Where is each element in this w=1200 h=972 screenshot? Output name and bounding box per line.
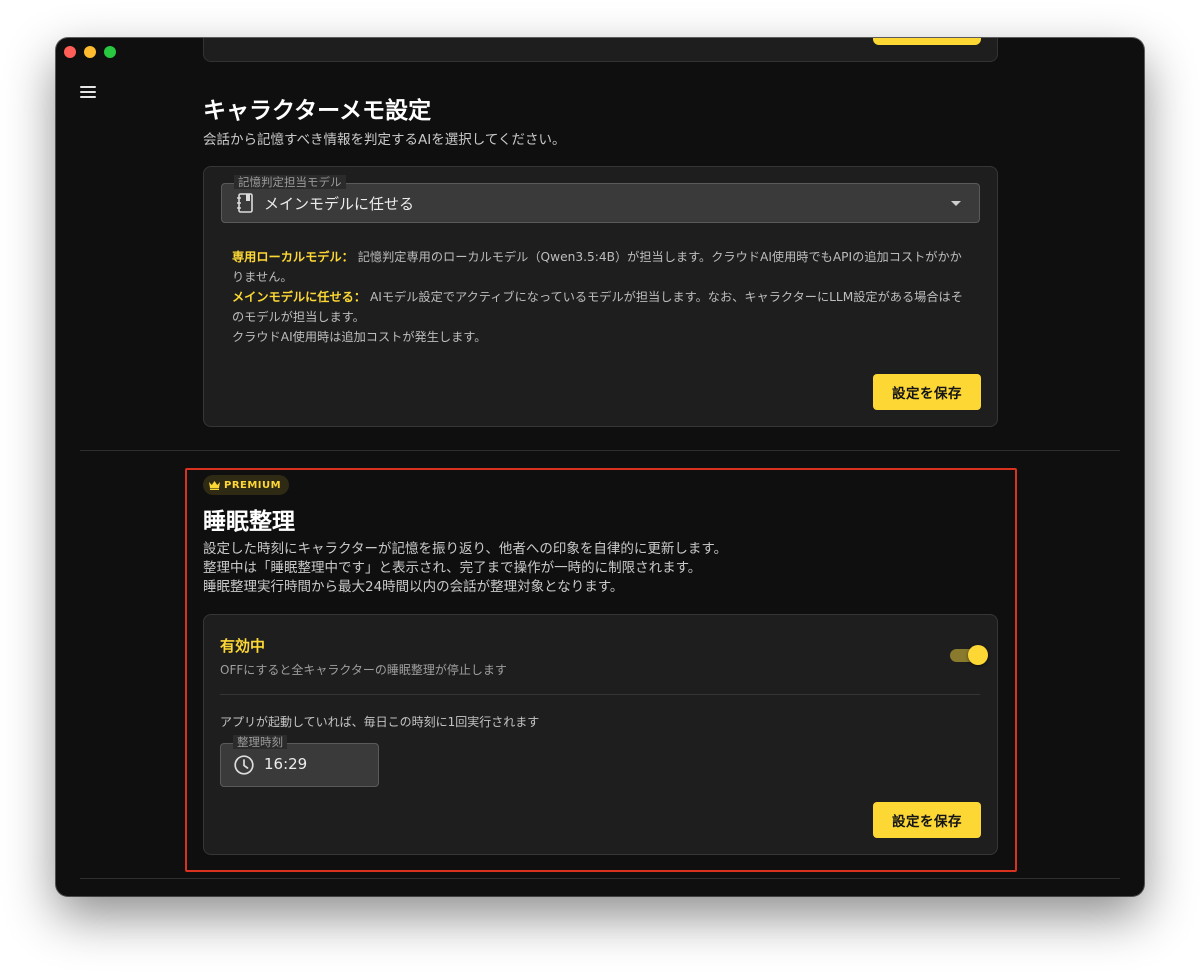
- sleep-description-line: 睡眠整理実行時間から最大24時間以内の会話が整理対象となります。: [203, 579, 624, 595]
- memory-model-select-value: メインモデルに任せる: [264, 195, 415, 213]
- maximize-window-button[interactable]: [104, 46, 116, 58]
- sleep-time-label: 整理時刻: [233, 735, 287, 749]
- window-controls: [64, 46, 116, 58]
- sleep-status-subtitle: OFFにすると全キャラクターの睡眠整理が停止します: [220, 663, 507, 677]
- section-divider: [80, 878, 1120, 879]
- sleep-save-button[interactable]: 設定を保存: [873, 802, 981, 838]
- hamburger-menu-icon[interactable]: [80, 86, 96, 100]
- close-window-button[interactable]: [64, 46, 76, 58]
- premium-badge: PREMIUM: [203, 475, 290, 495]
- chevron-down-icon: [951, 201, 961, 206]
- section-divider: [80, 450, 1120, 451]
- memory-model-select[interactable]: 記憶判定担当モデル メインモデルに任せる: [221, 175, 980, 223]
- notebook-icon: [237, 193, 253, 213]
- app-window: キャラクターメモ設定 会話から記憶すべき情報を判定するAIを選択してください。 …: [56, 38, 1144, 896]
- sleep-section-description: 設定した時刻にキャラクターが記憶を振り返り、他者への印象を自律的に更新します。 …: [203, 540, 727, 597]
- sleep-enable-toggle[interactable]: [948, 643, 988, 667]
- sleep-settings-card: 有効中 OFFにすると全キャラクターの睡眠整理が停止します アプリが起動していれ…: [203, 614, 998, 855]
- crown-icon: [209, 480, 220, 490]
- sleep-time-value: 16:29: [264, 755, 308, 773]
- cloud-cost-note: クラウドAI使用時は追加コストが発生します。: [232, 330, 487, 344]
- model-info-text: 専用ローカルモデル： 記憶判定専用のローカルモデル（Qwen3.5:4B）が担当…: [232, 247, 972, 347]
- previous-settings-card: [203, 38, 998, 62]
- previous-save-button[interactable]: [873, 38, 981, 45]
- main-model-label: メインモデルに任せる：: [232, 290, 367, 304]
- sleep-status-title: 有効中: [220, 637, 266, 655]
- local-model-label: 専用ローカルモデル：: [232, 250, 354, 264]
- memo-settings-card: 記憶判定担当モデル メインモデルに任せる 専用ローカルモデル： 記憶判定専用のロ…: [203, 166, 998, 427]
- memo-section-description: 会話から記憶すべき情報を判定するAIを選択してください。: [203, 132, 566, 148]
- memo-section-title: キャラクターメモ設定: [203, 98, 432, 124]
- card-divider: [220, 694, 980, 695]
- minimize-window-button[interactable]: [84, 46, 96, 58]
- run-schedule-note: アプリが起動していれば、毎日この時刻に1回実行されます: [220, 715, 540, 729]
- sleep-description-line: 整理中は「睡眠整理中です」と表示され、完了まで操作が一時的に制限されます。: [203, 560, 702, 576]
- clock-icon: [234, 755, 254, 775]
- sleep-time-input[interactable]: 整理時刻 16:29: [220, 735, 379, 787]
- sleep-description-line: 設定した時刻にキャラクターが記憶を振り返り、他者への印象を自律的に更新します。: [203, 541, 728, 557]
- toggle-thumb: [968, 645, 988, 665]
- memory-model-select-label: 記憶判定担当モデル: [234, 175, 346, 189]
- premium-badge-label: PREMIUM: [224, 479, 282, 491]
- memo-save-button[interactable]: 設定を保存: [873, 374, 981, 410]
- sleep-section-title: 睡眠整理: [203, 509, 295, 535]
